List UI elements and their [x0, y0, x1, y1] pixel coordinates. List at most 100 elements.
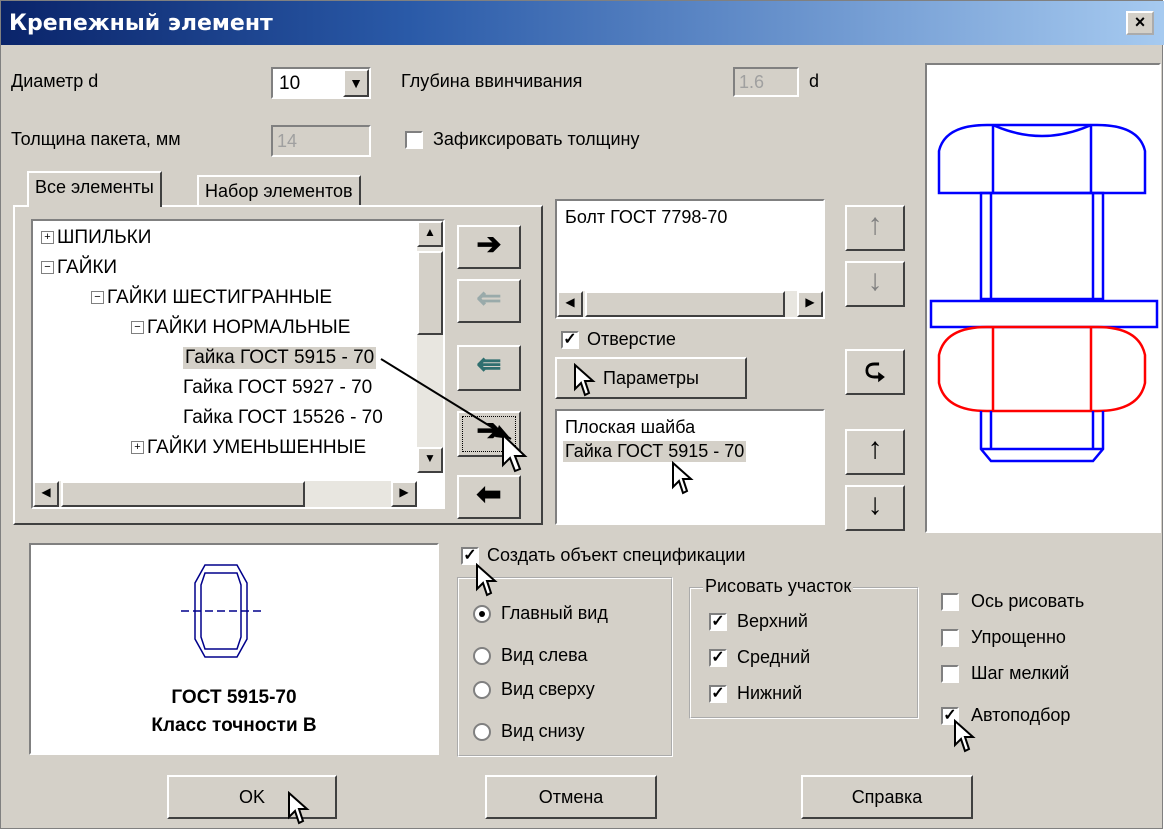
- preview-gost: ГОСТ 5915-70: [171, 687, 297, 708]
- remove-from-top-button[interactable]: ⇐: [457, 279, 521, 323]
- tree-item-nuts[interactable]: − ГАЙКИ: [41, 257, 117, 279]
- collapse-icon[interactable]: −: [41, 261, 54, 275]
- chevron-down-icon[interactable]: ▼: [343, 69, 369, 97]
- tree-item-nut-15526[interactable]: Гайка ГОСТ 15526 - 70: [183, 407, 383, 429]
- scroll-left-icon[interactable]: ◀: [557, 291, 583, 317]
- draw-bottom-checkbox[interactable]: ✓: [709, 685, 727, 703]
- close-button[interactable]: ×: [1126, 11, 1154, 35]
- swap-icon: ⮎: [864, 354, 886, 384]
- remove-from-bottom-button[interactable]: ⬅: [457, 475, 521, 519]
- tab-all-elements[interactable]: Все элементы: [27, 171, 162, 207]
- tree-item-nut-5927[interactable]: Гайка ГОСТ 5927 - 70: [183, 377, 372, 399]
- tree-item-normal-nuts[interactable]: − ГАЙКИ НОРМАЛЬНЫЕ: [131, 317, 350, 339]
- draw-bottom-label: Нижний: [737, 683, 803, 703]
- preview-class: Класс точности В: [151, 715, 317, 736]
- view-bottom-radio[interactable]: [473, 723, 491, 741]
- list-item[interactable]: Болт ГОСТ 7798-70: [565, 207, 727, 228]
- tab-element-set[interactable]: Набор элементов: [197, 175, 361, 207]
- cancel-button[interactable]: Отмена: [485, 775, 657, 819]
- draw-middle-label: Средний: [737, 647, 811, 667]
- hole-checkbox[interactable]: ✓: [561, 331, 579, 349]
- diameter-value: 10: [279, 73, 301, 94]
- mouse-cursor-icon: [476, 563, 498, 597]
- top-list-horizontal-scrollbar[interactable]: ◀ ▶: [557, 291, 823, 317]
- thickness-input[interactable]: 14: [271, 125, 371, 157]
- tree-item-reduced-nuts[interactable]: + ГАЙКИ УМЕНЬШЕННЫЕ: [131, 437, 366, 459]
- simplified-label: Упрощенно: [971, 627, 1066, 647]
- list-item[interactable]: Плоская шайба: [565, 417, 695, 438]
- auto-select-label: Автоподбор: [971, 705, 1071, 725]
- fastener-dialog: Крепежный элемент × Диаметр d 10 ▼ Глуби…: [0, 0, 1164, 829]
- depth-input[interactable]: 1.6: [733, 67, 799, 97]
- fix-thickness-checkbox[interactable]: [405, 131, 423, 149]
- view-bottom-label: Вид снизу: [501, 721, 585, 741]
- depth-unit: d: [809, 71, 820, 91]
- tree-item-hex-nuts[interactable]: − ГАЙКИ ШЕСТИГРАННЫЕ: [91, 287, 332, 309]
- diameter-select[interactable]: 10 ▼: [271, 67, 371, 99]
- move-down-top-button[interactable]: ↓: [845, 261, 905, 307]
- draw-axis-label: Ось рисовать: [971, 591, 1085, 611]
- view-main-label: Главный вид: [501, 603, 608, 623]
- nut-top-view-icon: [181, 564, 261, 658]
- mouse-cursor-icon: [574, 363, 596, 397]
- mouse-cursor-icon: [672, 461, 694, 495]
- view-main-radio[interactable]: [473, 605, 491, 623]
- nut-shape: [937, 325, 1147, 413]
- view-left-label: Вид слева: [501, 645, 588, 665]
- mouse-cursor-icon: [954, 719, 976, 753]
- create-spec-label: Создать объект спецификации: [487, 545, 746, 565]
- arrow-up-icon: ↑: [867, 432, 883, 465]
- bolt-nut-drawing: [929, 123, 1159, 463]
- collapse-icon[interactable]: −: [131, 321, 144, 335]
- fix-thickness-label: Зафиксировать толщину: [433, 129, 640, 149]
- diameter-label: Диаметр d: [11, 71, 99, 91]
- view-top-radio[interactable]: [473, 681, 491, 699]
- arrow-right-icon: ➔: [476, 228, 502, 261]
- draw-top-label: Верхний: [737, 611, 808, 631]
- draw-top-checkbox[interactable]: ✓: [709, 613, 727, 631]
- tree-item-studs[interactable]: + ШПИЛЬКИ: [41, 227, 151, 249]
- scroll-right-icon[interactable]: ▶: [391, 481, 417, 507]
- help-button[interactable]: Справка: [801, 775, 973, 819]
- window-title: Крепежный элемент: [9, 11, 273, 36]
- fine-pitch-checkbox[interactable]: [941, 665, 959, 683]
- collapse-icon[interactable]: −: [91, 291, 104, 305]
- expand-icon[interactable]: +: [131, 441, 144, 455]
- arrow-up-icon: ↑: [867, 208, 883, 241]
- draw-section-title: Рисовать участок: [703, 576, 854, 597]
- scroll-up-icon[interactable]: ▲: [417, 221, 443, 247]
- move-down-bottom-button[interactable]: ↓: [845, 485, 905, 531]
- depth-label: Глубина ввинчивания: [401, 71, 583, 91]
- draw-axis-checkbox[interactable]: [941, 593, 959, 611]
- tree-item-nut-5915[interactable]: Гайка ГОСТ 5915 - 70: [183, 347, 377, 369]
- hole-label: Отверстие: [587, 329, 676, 349]
- title-bar: Крепежный элемент ×: [1, 1, 1164, 45]
- scroll-thumb[interactable]: [585, 291, 785, 317]
- scroll-left-icon[interactable]: ◀: [33, 481, 59, 507]
- scroll-thumb[interactable]: [417, 251, 443, 335]
- move-up-bottom-button[interactable]: ↑: [845, 429, 905, 475]
- expand-icon[interactable]: +: [41, 231, 54, 245]
- element-preview: ГОСТ 5915-70 Класс точности В: [29, 543, 439, 755]
- fine-pitch-label: Шаг мелкий: [971, 663, 1070, 683]
- simplified-checkbox[interactable]: [941, 629, 959, 647]
- list-item[interactable]: Гайка ГОСТ 5915 - 70: [563, 441, 747, 462]
- swap-button[interactable]: ⮎: [845, 349, 905, 395]
- depth-value: 1.6: [739, 72, 765, 92]
- ok-button[interactable]: OK: [167, 775, 337, 819]
- draw-middle-checkbox[interactable]: ✓: [709, 649, 727, 667]
- view-top-label: Вид сверху: [501, 679, 595, 699]
- move-up-top-button[interactable]: ↑: [845, 205, 905, 251]
- top-element-list[interactable]: Болт ГОСТ 7798-70 ◀ ▶: [555, 199, 825, 319]
- assembly-preview: [925, 63, 1161, 533]
- add-to-top-button[interactable]: ➔: [457, 225, 521, 269]
- scroll-thumb[interactable]: [61, 481, 305, 507]
- thickness-value: 14: [277, 131, 298, 151]
- arrow-left-icon: ⇐: [476, 282, 502, 315]
- mouse-cursor-icon: [502, 433, 528, 473]
- arrow-down-icon: ↓: [867, 264, 883, 297]
- mouse-cursor-icon: [288, 791, 310, 825]
- tree-horizontal-scrollbar[interactable]: ◀ ▶: [33, 481, 417, 507]
- view-left-radio[interactable]: [473, 647, 491, 665]
- scroll-right-icon[interactable]: ▶: [797, 291, 823, 317]
